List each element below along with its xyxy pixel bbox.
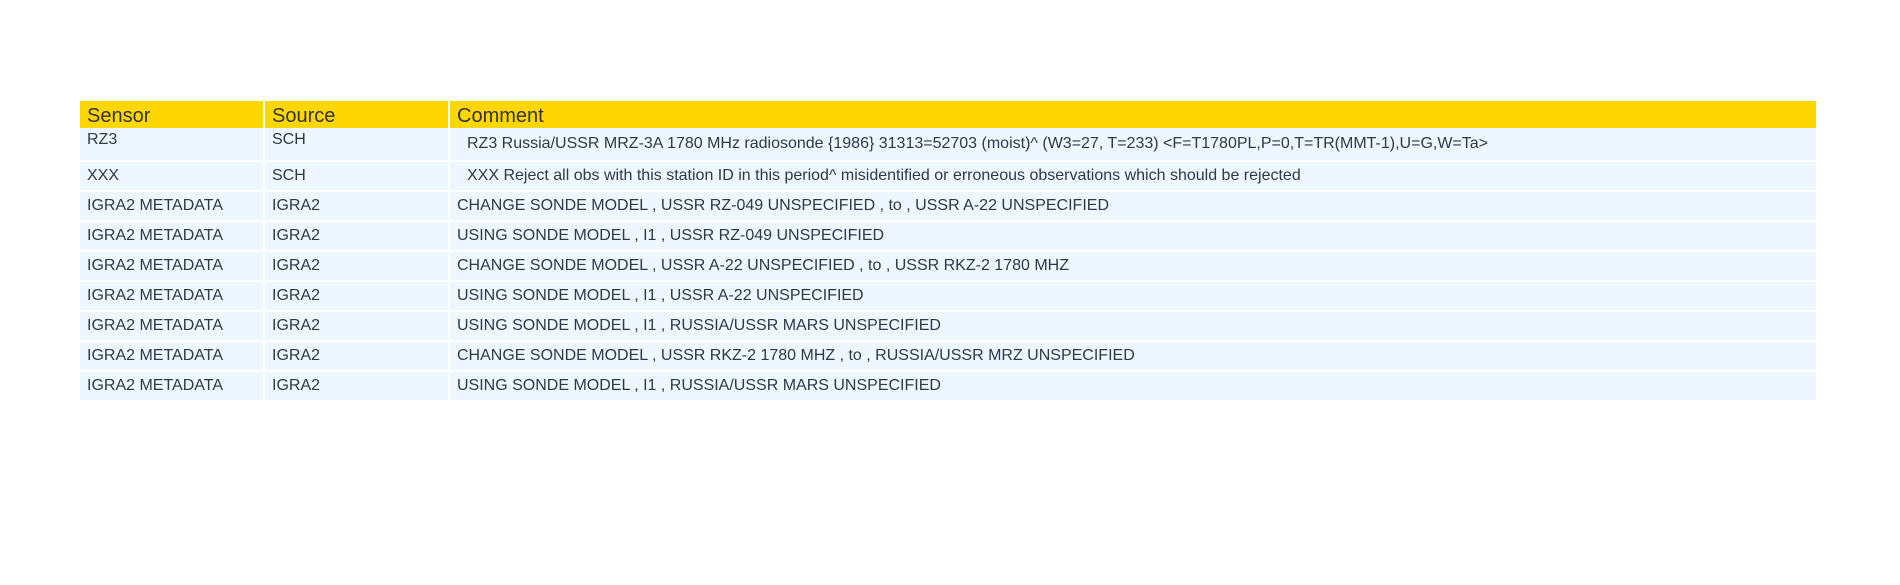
cell-sensor: IGRA2 METADATA bbox=[80, 312, 263, 342]
cell-comment: CHANGE SONDE MODEL , USSR A-22 UNSPECIFI… bbox=[450, 252, 1816, 282]
column-header-source: Source bbox=[265, 101, 448, 128]
cell-sensor: IGRA2 METADATA bbox=[80, 192, 263, 222]
table-row: RZ3 SCH RZ3 Russia/USSR MRZ-3A 1780 MHz … bbox=[80, 128, 1816, 162]
cell-source: IGRA2 bbox=[265, 192, 448, 222]
cell-comment: USING SONDE MODEL , I1 , RUSSIA/USSR MAR… bbox=[450, 312, 1816, 342]
cell-source: IGRA2 bbox=[265, 312, 448, 342]
cell-comment: USING SONDE MODEL , I1 , USSR A-22 UNSPE… bbox=[450, 282, 1816, 312]
table-header-row: Sensor Source Comment bbox=[80, 101, 1816, 128]
cell-comment: CHANGE SONDE MODEL , USSR RKZ-2 1780 MHZ… bbox=[450, 342, 1816, 372]
cell-comment: XXX Reject all obs with this station ID … bbox=[450, 162, 1816, 192]
cell-source: IGRA2 bbox=[265, 342, 448, 372]
sensor-metadata-table: Sensor Source Comment RZ3 SCH RZ3 Russia… bbox=[78, 101, 1818, 402]
cell-comment: USING SONDE MODEL , I1 , RUSSIA/USSR MAR… bbox=[450, 372, 1816, 402]
sensor-metadata-table-container: Sensor Source Comment RZ3 SCH RZ3 Russia… bbox=[80, 101, 1820, 402]
cell-comment: CHANGE SONDE MODEL , USSR RZ-049 UNSPECI… bbox=[450, 192, 1816, 222]
cell-source: IGRA2 bbox=[265, 282, 448, 312]
column-header-comment: Comment bbox=[450, 101, 1816, 128]
cell-sensor: IGRA2 METADATA bbox=[80, 282, 263, 312]
cell-source: IGRA2 bbox=[265, 372, 448, 402]
cell-sensor: IGRA2 METADATA bbox=[80, 252, 263, 282]
table-row: IGRA2 METADATA IGRA2 USING SONDE MODEL ,… bbox=[80, 282, 1816, 312]
cell-comment: RZ3 Russia/USSR MRZ-3A 1780 MHz radioson… bbox=[450, 128, 1816, 162]
cell-source: IGRA2 bbox=[265, 222, 448, 252]
cell-sensor: IGRA2 METADATA bbox=[80, 372, 263, 402]
cell-comment: USING SONDE MODEL , I1 , USSR RZ-049 UNS… bbox=[450, 222, 1816, 252]
cell-source: SCH bbox=[265, 128, 448, 162]
table-row: XXX SCH XXX Reject all obs with this sta… bbox=[80, 162, 1816, 192]
cell-sensor: IGRA2 METADATA bbox=[80, 342, 263, 372]
table-row: IGRA2 METADATA IGRA2 USING SONDE MODEL ,… bbox=[80, 372, 1816, 402]
cell-sensor: IGRA2 METADATA bbox=[80, 222, 263, 252]
table-row: IGRA2 METADATA IGRA2 CHANGE SONDE MODEL … bbox=[80, 342, 1816, 372]
cell-source: SCH bbox=[265, 162, 448, 192]
table-row: IGRA2 METADATA IGRA2 CHANGE SONDE MODEL … bbox=[80, 252, 1816, 282]
table-row: IGRA2 METADATA IGRA2 USING SONDE MODEL ,… bbox=[80, 312, 1816, 342]
cell-sensor: XXX bbox=[80, 162, 263, 192]
column-header-sensor: Sensor bbox=[80, 101, 263, 128]
table-row: IGRA2 METADATA IGRA2 USING SONDE MODEL ,… bbox=[80, 222, 1816, 252]
cell-source: IGRA2 bbox=[265, 252, 448, 282]
table-row: IGRA2 METADATA IGRA2 CHANGE SONDE MODEL … bbox=[80, 192, 1816, 222]
cell-sensor: RZ3 bbox=[80, 128, 263, 162]
